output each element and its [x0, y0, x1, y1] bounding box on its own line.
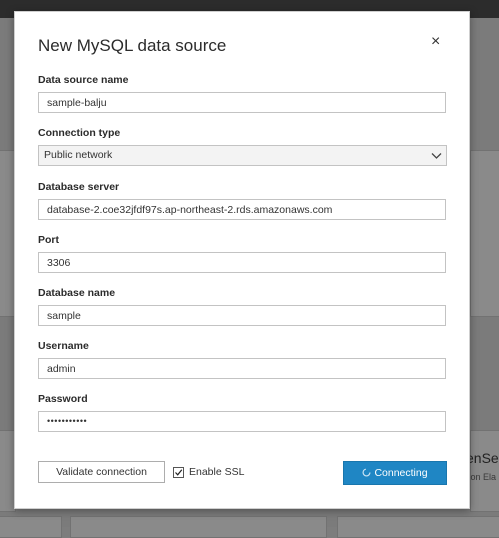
connection-type-label: Connection type [38, 127, 121, 139]
database-name-field[interactable] [38, 305, 446, 326]
dialog-title: New MySQL data source [38, 36, 227, 55]
background-card [70, 516, 327, 538]
data-source-name-field[interactable] [38, 92, 446, 113]
username-label: Username [38, 340, 89, 352]
connection-type-value: Public network [44, 149, 113, 161]
connecting-button[interactable]: Connecting [343, 461, 447, 485]
database-server-field[interactable] [38, 199, 446, 220]
connecting-button-label: Connecting [374, 467, 428, 479]
close-icon[interactable]: × [431, 34, 440, 50]
check-icon [175, 469, 183, 476]
enable-ssl-label: Enable SSL [189, 466, 245, 478]
database-name-label: Database name [38, 287, 116, 299]
password-field[interactable]: ••••••••••• [38, 411, 446, 432]
background-card [337, 516, 499, 538]
data-source-name-label: Data source name [38, 74, 129, 86]
chevron-down-icon [431, 153, 442, 159]
connection-type-select[interactable]: Public network [38, 145, 447, 166]
port-label: Port [38, 234, 59, 246]
username-field[interactable] [38, 358, 446, 379]
background-card [470, 150, 499, 317]
spinner-icon [362, 468, 371, 477]
background-card-subtitle: zon Ela [466, 472, 497, 482]
password-label: Password [38, 393, 88, 405]
validate-connection-button[interactable]: Validate connection [38, 461, 165, 483]
background-card-title: enSe [466, 450, 499, 466]
background-card [470, 430, 499, 512]
enable-ssl-checkbox[interactable] [173, 467, 184, 478]
database-server-label: Database server [38, 181, 120, 193]
background-card [0, 516, 62, 538]
new-data-source-dialog: New MySQL data source × Data source name… [14, 11, 470, 509]
port-field[interactable] [38, 252, 446, 273]
